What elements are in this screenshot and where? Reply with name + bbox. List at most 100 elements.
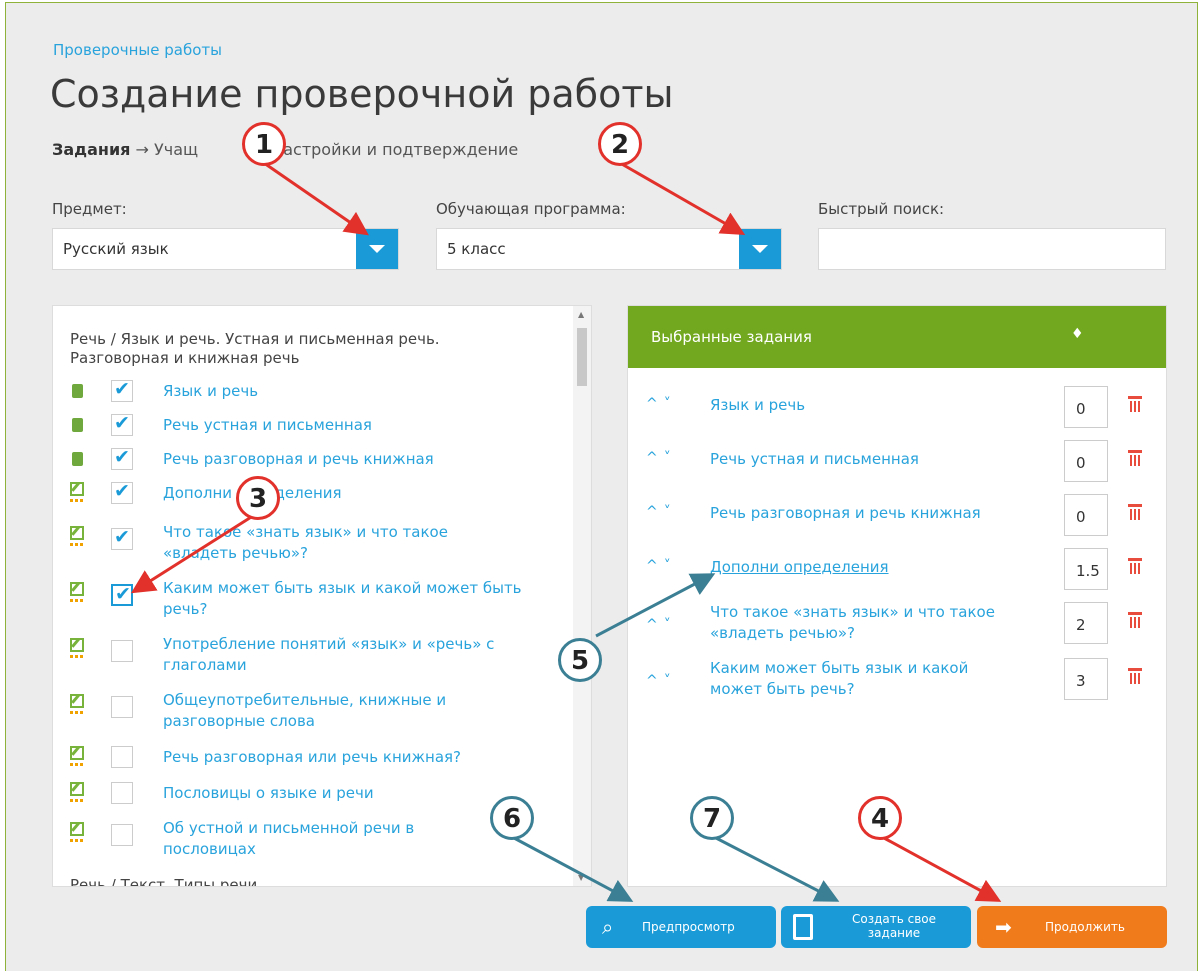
step-settings[interactable]: Настройки и подтверждение <box>271 140 518 159</box>
scroll-down-icon[interactable]: ▼ <box>578 873 584 882</box>
task-checkbox[interactable] <box>111 782 133 804</box>
task-checkbox[interactable] <box>111 378 133 402</box>
program-value: 5 класс <box>447 240 506 258</box>
move-arrows-icon[interactable]: ^˅ <box>646 558 677 574</box>
arrow-right-icon: ➡ <box>995 915 1012 939</box>
selected-task-link[interactable]: Язык и речь <box>710 395 805 416</box>
task-link[interactable]: Каким может быть язык и какой может быть… <box>163 578 523 620</box>
trash-icon[interactable] <box>1128 396 1142 412</box>
task-group-title: Речь / Текст. Типы речи <box>70 876 258 887</box>
edit-icon <box>70 746 84 760</box>
selected-task-link[interactable]: Речь устная и письменная <box>710 449 919 470</box>
points-input[interactable]: 2 <box>1064 602 1108 644</box>
subject-select[interactable]: Русский язык <box>52 228 399 270</box>
task-checkbox[interactable] <box>111 583 133 606</box>
task-link[interactable]: Пословицы о языке и речи <box>163 783 374 804</box>
trash-icon[interactable] <box>1128 504 1142 520</box>
book-icon <box>72 418 83 432</box>
edit-icon <box>70 694 84 708</box>
preview-button[interactable]: ⌕ Предпросмотр <box>586 906 776 948</box>
selected-task-link[interactable]: Речь разговорная и речь книжная <box>710 503 981 524</box>
callout-2: 2 <box>598 122 642 166</box>
edit-icon <box>70 482 84 496</box>
dots-icon <box>70 711 84 714</box>
trash-icon[interactable] <box>1128 450 1142 466</box>
callout-7: 7 <box>690 796 734 840</box>
subject-value: Русский язык <box>63 240 169 258</box>
task-group-title: Речь / Язык и речь. Устная и письменная … <box>70 330 440 367</box>
edit-icon <box>70 582 84 596</box>
callout-1: 1 <box>242 122 286 166</box>
task-checkbox[interactable] <box>111 412 133 436</box>
step-arrow: → <box>135 140 149 159</box>
points-input[interactable]: 0 <box>1064 386 1108 428</box>
scroll-up-icon[interactable]: ▲ <box>578 310 584 319</box>
program-select[interactable]: 5 класс <box>436 228 782 270</box>
selected-task-link[interactable]: Дополни определения <box>710 557 889 578</box>
callout-3: 3 <box>236 476 280 520</box>
dots-icon <box>70 655 84 658</box>
scrollbar[interactable]: ▲ ▼ <box>573 306 591 886</box>
continue-button[interactable]: ➡ Продолжить <box>977 906 1167 948</box>
dots-icon <box>70 499 84 502</box>
dots-icon <box>70 543 84 546</box>
task-link[interactable]: Речь устная и письменная <box>163 415 372 436</box>
move-arrows-icon[interactable]: ^˅ <box>646 450 677 466</box>
move-arrows-icon[interactable]: ^˅ <box>646 673 677 689</box>
task-checkbox[interactable] <box>111 446 133 470</box>
dots-icon <box>70 839 84 842</box>
task-link[interactable]: Язык и речь <box>163 381 258 402</box>
scroll-thumb[interactable] <box>577 328 587 386</box>
breadcrumb[interactable]: Проверочные работы <box>53 41 222 59</box>
task-link[interactable]: Общеупотребительные, книжные и разговорн… <box>163 690 493 732</box>
selected-task-link[interactable]: Каким может быть язык и какой может быть… <box>710 658 1010 700</box>
move-arrows-icon[interactable]: ^˅ <box>646 396 677 412</box>
search-input[interactable] <box>818 228 1166 270</box>
sort-icon[interactable]: ♦ <box>1071 326 1084 342</box>
trash-icon[interactable] <box>1128 612 1142 628</box>
task-link[interactable]: Речь разговорная и речь книжная <box>163 449 434 470</box>
task-checkbox[interactable] <box>111 696 133 718</box>
task-checkbox[interactable] <box>111 640 133 662</box>
dots-icon <box>70 763 84 766</box>
book-icon <box>72 384 83 398</box>
task-checkbox[interactable] <box>111 480 133 504</box>
edit-icon <box>70 526 84 540</box>
task-link[interactable]: Об устной и письменной речи в пословицах <box>163 818 483 860</box>
selected-task-link[interactable]: Что такое «знать язык» и что такое «влад… <box>710 602 1040 644</box>
search-label: Быстрый поиск: <box>818 200 945 218</box>
dots-icon <box>70 599 84 602</box>
search-icon: ⌕ <box>602 915 614 939</box>
chevron-down-icon[interactable] <box>739 229 781 269</box>
task-link[interactable]: Употребление понятий «язык» и «речь» с г… <box>163 634 543 676</box>
edit-icon <box>70 782 84 796</box>
points-input[interactable]: 0 <box>1064 440 1108 482</box>
selected-header: Выбранные задания ♦ <box>628 306 1166 368</box>
trash-icon[interactable] <box>1128 558 1142 574</box>
chevron-down-icon[interactable] <box>356 229 398 269</box>
task-checkbox[interactable] <box>111 746 133 768</box>
dots-icon <box>70 799 84 802</box>
callout-6: 6 <box>490 796 534 840</box>
move-arrows-icon[interactable]: ^˅ <box>646 617 677 633</box>
edit-icon <box>70 638 84 652</box>
step-tasks[interactable]: Задания <box>52 140 130 159</box>
selected-title: Выбранные задания <box>651 328 812 346</box>
points-input[interactable]: 0 <box>1064 494 1108 536</box>
step-students[interactable]: Учащ <box>154 140 198 159</box>
points-input[interactable]: 1.5 <box>1064 548 1108 590</box>
task-checkbox[interactable] <box>111 824 133 846</box>
preview-label: Предпросмотр <box>642 920 735 934</box>
book-icon <box>72 452 83 466</box>
task-link[interactable]: Что такое «знать язык» и что такое «влад… <box>163 522 493 564</box>
page-title: Создание проверочной работы <box>50 72 674 116</box>
task-link[interactable]: Речь разговорная или речь книжная? <box>163 747 461 768</box>
callout-5: 5 <box>558 638 602 682</box>
edit-icon <box>70 822 84 836</box>
move-arrows-icon[interactable]: ^˅ <box>646 504 677 520</box>
points-input[interactable]: 3 <box>1064 658 1108 700</box>
task-checkbox[interactable] <box>111 526 133 550</box>
create-task-button[interactable]: Создать свое задание <box>781 906 971 948</box>
callout-4: 4 <box>858 796 902 840</box>
trash-icon[interactable] <box>1128 668 1142 684</box>
